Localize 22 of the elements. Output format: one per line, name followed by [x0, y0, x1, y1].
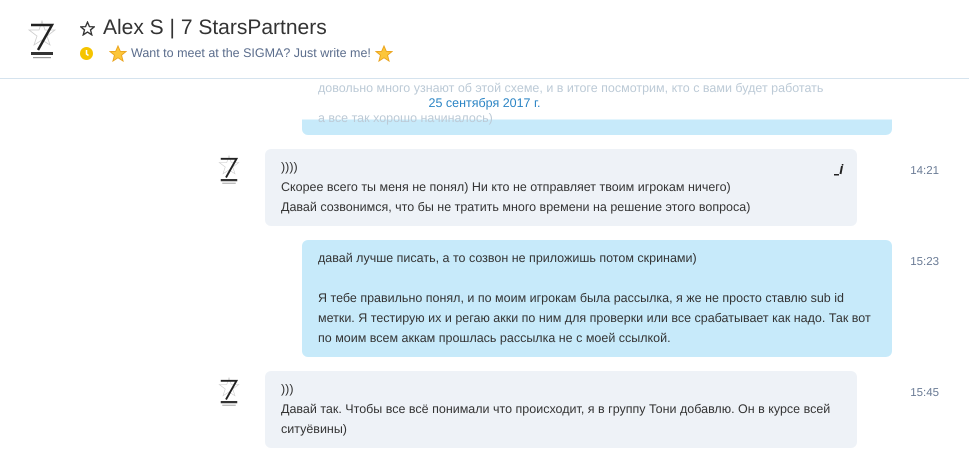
clock-icon [80, 46, 93, 60]
favorite-star-icon[interactable] [80, 20, 95, 36]
message-text: ))) [281, 381, 294, 398]
avatar-logo [218, 377, 240, 407]
contact-name: Alex S | 7 StarsPartners [103, 16, 327, 40]
message-text: а все так хорошо начиналось) [318, 111, 494, 125]
message-text: Давай созвонимся, что бы не тратить много времени на решение этого вопроса) [281, 199, 752, 216]
company-logo [28, 20, 56, 60]
message-text: Давай так. Чтобы все всё понимали что происходит, я в группу Тони добавлю. Он в курсе всей ситуёвины) [281, 401, 832, 438]
message-time: 14:21 [910, 164, 939, 179]
message-text: Скорее всего ты меня не понял) Ни кто не отправляет твоим игрокам ничего) [281, 179, 732, 196]
message-text: Я тебе правильно понял, и по моим игрокам была рассылка, я же не просто ставлю sub id метки. Я тестирую их и регаю акки по ним для проверки или все срабатывает как надо. Так вот по моим всем аккам прошлась рассылка не с моей ссылкой. [318, 290, 872, 347]
star-icon [374, 44, 393, 62]
mood-message: Want to meet at the SIGMA? Just write me! [131, 45, 371, 62]
message-time: 15:45 [910, 386, 939, 401]
star-icon [109, 44, 127, 62]
message-time: 15:23 [910, 255, 939, 270]
date-divider: 25 сентября 2017 г. [428, 96, 540, 110]
message-text: довольно много узнают об этой схеме, и в итоге посмотрим, кто с вами будет работать [318, 81, 824, 95]
avatar-logo [218, 155, 240, 185]
message-text: )))) [281, 159, 299, 176]
message-text: давай лучше писать, а то созвон не приложишь потом скринами) [318, 250, 698, 267]
